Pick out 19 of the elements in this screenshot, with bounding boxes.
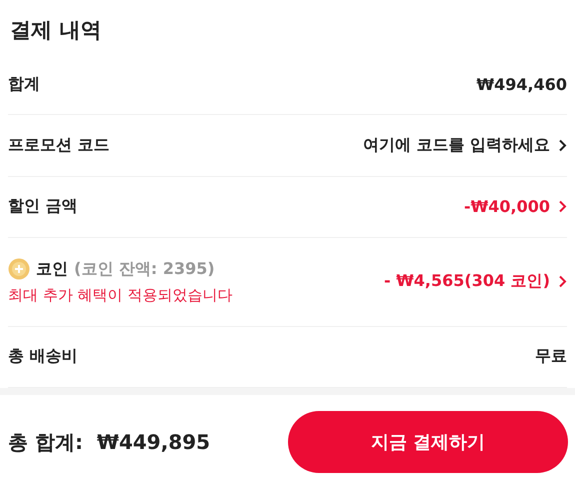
row-label: 할인 금액 [8,196,78,218]
benefit-note: 최대 추가 혜택이 적용되었습니다 [8,286,232,306]
grand-total: 총 합계: ₩449,895 [8,428,210,456]
row-label: 코인 [36,258,68,280]
row-label: 합계 [8,74,40,95]
row-value: ₩494,460 [476,74,567,94]
row-label: 프로모션 코드 [8,134,110,156]
chevron-icon [558,275,567,288]
chevron-icon [558,138,567,152]
row-value: 무료 [535,346,567,368]
row-link[interactable]: -₩40,000 [464,197,567,216]
coin-balance: (코인 잔액: 2395) [74,258,215,280]
row-link[interactable]: 여기에 코드를 입력하세요 [362,134,567,156]
section-title: 결제 내역 [9,17,102,44]
pay-now-button[interactable]: 지금 결제하기 [288,411,568,474]
row-link[interactable]: - ₩4,565(304 코인) [384,271,567,292]
coin-icon [8,258,30,280]
chevron-icon [558,200,567,214]
row-label: 총 배송비 [8,346,78,368]
